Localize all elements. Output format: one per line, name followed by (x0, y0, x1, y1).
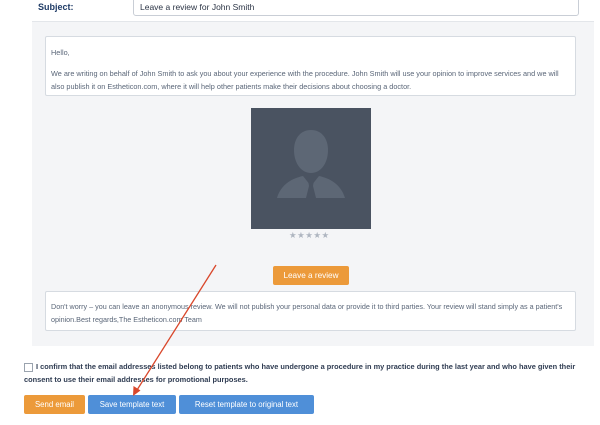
reset-template-button[interactable]: Reset template to original text (179, 395, 314, 414)
subject-input[interactable]: Leave a review for John Smith (133, 0, 579, 16)
send-email-button[interactable]: Send email (24, 395, 85, 414)
message-intro-box[interactable]: Hello, We are writing on behalf of John … (45, 36, 576, 96)
leave-review-button[interactable]: Leave a review (273, 266, 349, 285)
rating-stars[interactable]: ★★★★★ (289, 230, 330, 241)
message-greeting: Hello, (51, 48, 70, 57)
user-silhouette-icon (277, 130, 345, 198)
subject-label: Subject: (38, 2, 74, 12)
message-body: We are writing on behalf of John Smith t… (51, 69, 559, 91)
save-template-button[interactable]: Save template text (88, 395, 176, 414)
doctor-avatar (251, 108, 371, 229)
confirm-label: I confirm that the email addresses liste… (24, 362, 576, 384)
anonymous-note-box[interactable]: Don't worry – you can leave an anonymous… (45, 291, 576, 331)
